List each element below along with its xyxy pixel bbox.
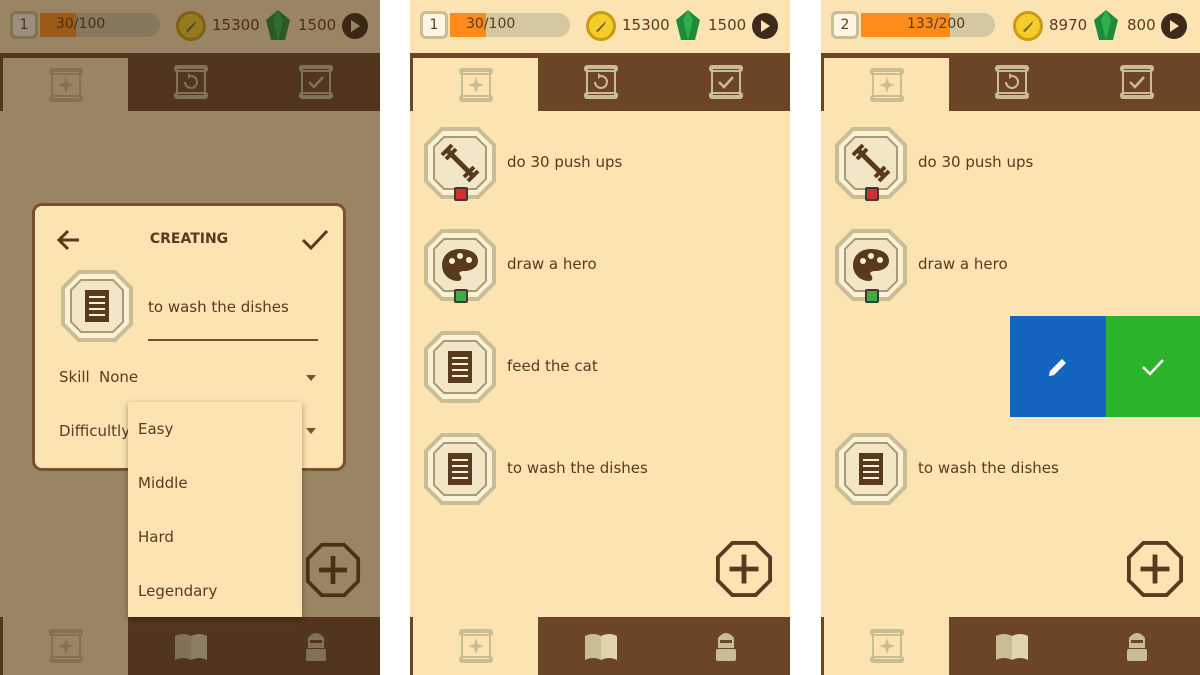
tab-quests[interactable] [824,58,949,111]
tab-daily[interactable] [949,53,1074,111]
option-hard[interactable]: Hard [138,528,174,546]
scroll-repeat-icon [583,65,618,99]
nav-hero[interactable] [1074,617,1199,675]
scroll-repeat-icon [994,65,1029,99]
task-item[interactable]: do 30 push ups [410,127,790,217]
confirm-check-icon[interactable] [300,226,330,254]
xp-bar: 30/100 [450,13,570,37]
nav-book[interactable] [538,617,663,675]
xp-bar: 133/200 [861,13,995,37]
edit-task-button[interactable] [1010,316,1106,417]
task-label: to wash the dishes [507,459,648,477]
task-item[interactable]: to wash the dishes [821,433,1200,523]
bottom-nav [410,617,790,675]
task-item[interactable]: feed the cat [410,331,790,421]
emerald-icon [1093,10,1119,42]
skill-select-value[interactable]: None [99,368,138,386]
coin-count: 8970 [1049,16,1088,34]
chevron-down-icon[interactable] [306,375,316,381]
task-label: draw a hero [918,255,1008,273]
task-item[interactable]: to wash the dishes [410,433,790,523]
emerald-icon [675,10,701,42]
skill-label: Skill [59,368,90,386]
scroll-check-icon [708,64,743,100]
dialog-title: CREATING [149,231,229,247]
task-item[interactable]: draw a hero [410,229,790,319]
book-icon [584,634,617,660]
note-icon [835,433,907,505]
input-underline [148,339,318,341]
note-icon [424,433,496,505]
skill-badge-green [865,289,879,303]
gem-count: 800 [1127,16,1156,34]
difficulty-dropdown: Easy Middle Hard Legendary [128,402,302,617]
option-middle[interactable]: Middle [138,474,188,492]
task-label: feed the cat [507,357,598,375]
level-number: 1 [429,17,439,33]
gem-count: 1500 [708,16,747,34]
level-badge: 2 [831,11,859,39]
book-icon [995,634,1028,660]
scroll-compass-icon [869,67,904,102]
nav-tasks[interactable] [824,617,949,675]
top-status-bar: 1 30/100 15300 1500 [410,0,790,52]
nav-book[interactable] [949,617,1074,675]
option-easy[interactable]: Easy [138,420,173,438]
sword-coin-icon [586,11,616,41]
phone-screen-swipe-actions: 2 133/200 8970 800 do 30 push ups draw a… [821,0,1200,675]
quest-tabs [410,53,790,111]
task-name-input[interactable]: to wash the dishes [148,298,318,316]
phone-screen-creating: 1 30/100 15300 1500 CREATING [0,0,380,675]
nav-hero[interactable] [663,617,788,675]
scroll-compass-icon [458,67,493,102]
chevron-down-icon[interactable] [306,428,316,434]
option-legendary[interactable]: Legendary [138,582,217,600]
phone-screen-task-list: 1 30/100 15300 1500 do 30 push ups draw … [410,0,790,675]
top-status-bar: 2 133/200 8970 800 [821,0,1200,52]
sword-coin-icon [1013,11,1043,41]
play-icon[interactable] [1161,13,1187,39]
nav-tasks[interactable] [413,617,538,675]
quest-tabs [821,53,1200,111]
complete-task-button[interactable] [1106,316,1200,417]
plus-octagon-icon [1126,540,1184,598]
check-icon [1142,358,1164,376]
add-task-button[interactable] [1126,540,1186,600]
level-number: 2 [840,17,850,33]
task-label: do 30 push ups [918,153,1034,171]
add-task-button[interactable] [715,540,775,600]
note-icon[interactable] [61,270,133,342]
bottom-nav [821,617,1200,675]
tab-quests[interactable] [413,58,538,111]
scroll-check-icon [1119,64,1154,100]
tab-done[interactable] [663,53,788,111]
difficulty-label: Difficultly [59,422,131,440]
knight-icon [1126,633,1147,661]
tab-daily[interactable] [538,53,663,111]
task-item[interactable]: draw a hero [821,229,1200,319]
edit-icon [1049,358,1066,376]
task-item[interactable]: do 30 push ups [821,127,1200,217]
scroll-compass-icon [869,629,904,663]
skill-badge-green [454,289,468,303]
task-label: to wash the dishes [918,459,1059,477]
tab-done[interactable] [1074,53,1199,111]
note-icon [424,331,496,403]
task-label: do 30 push ups [507,153,623,171]
play-icon[interactable] [752,13,778,39]
xp-text: 133/200 [907,16,966,32]
xp-text: 30/100 [466,16,516,32]
coin-count: 15300 [622,16,670,34]
level-badge: 1 [420,11,448,39]
skill-badge-red [865,187,879,201]
scroll-compass-icon [458,629,493,663]
skill-badge-red [454,187,468,201]
plus-octagon-icon [715,540,773,598]
knight-icon [715,633,736,661]
task-label: draw a hero [507,255,597,273]
